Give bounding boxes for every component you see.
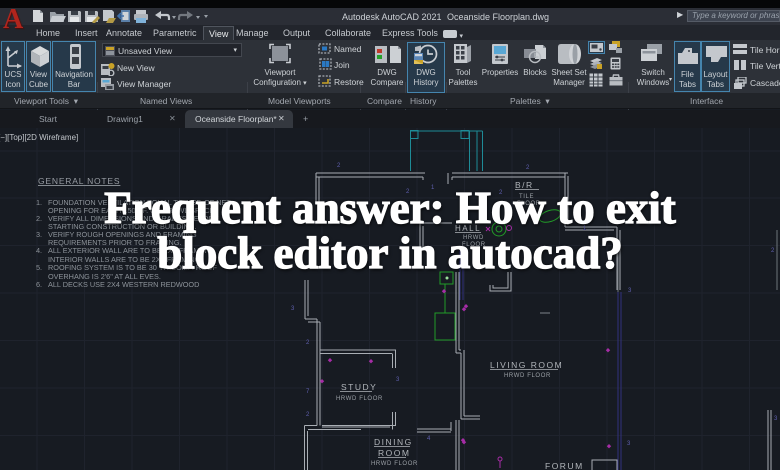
svg-text:HRWD FLOOR: HRWD FLOOR bbox=[336, 396, 383, 402]
svg-text:HRWD FLOOR: HRWD FLOOR bbox=[504, 373, 551, 379]
svg-text:2: 2 bbox=[526, 165, 530, 171]
svg-text:LIVING ROOM: LIVING ROOM bbox=[490, 360, 563, 370]
svg-text:7: 7 bbox=[306, 389, 310, 395]
svg-text:[−][Top][2D Wireframe]: [−][Top][2D Wireframe] bbox=[0, 133, 78, 142]
svg-text:FORUM: FORUM bbox=[545, 461, 584, 470]
svg-text:2: 2 bbox=[306, 412, 310, 418]
svg-text:ALL DECKS USE 2X4 WESTERN REDW: ALL DECKS USE 2X4 WESTERN REDWOOD bbox=[48, 280, 199, 289]
svg-text:3: 3 bbox=[291, 306, 295, 312]
svg-text:STUDY: STUDY bbox=[341, 382, 377, 392]
svg-text:ROOM: ROOM bbox=[378, 448, 410, 458]
svg-text:DINING: DINING bbox=[374, 437, 413, 447]
svg-text:4: 4 bbox=[427, 436, 431, 442]
svg-text:3: 3 bbox=[627, 441, 631, 447]
svg-text:HRWD FLOOR: HRWD FLOOR bbox=[371, 461, 418, 467]
svg-text:3: 3 bbox=[774, 416, 778, 422]
svg-text:6.: 6. bbox=[36, 280, 42, 289]
svg-text:3: 3 bbox=[396, 377, 400, 383]
svg-text:2: 2 bbox=[337, 163, 341, 169]
